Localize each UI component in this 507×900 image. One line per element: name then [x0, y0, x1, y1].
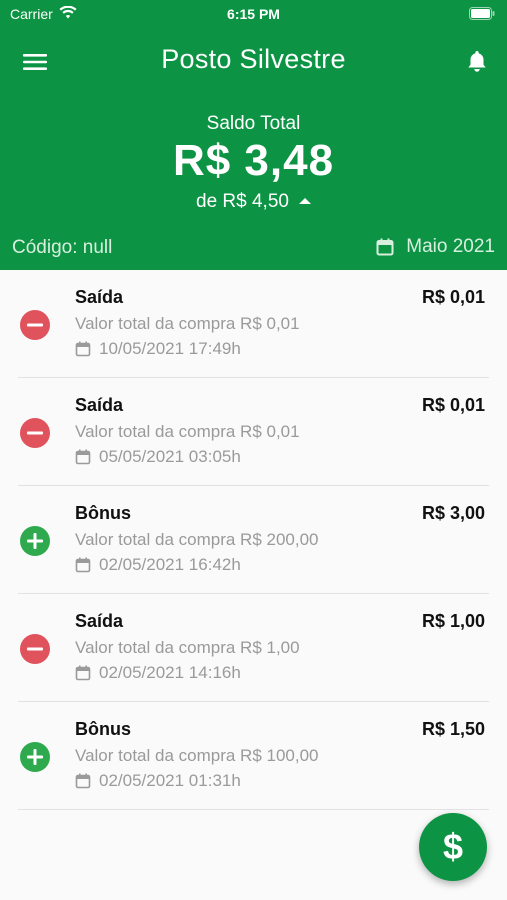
transaction-subtitle: Valor total da compra R$ 200,00	[75, 530, 319, 549]
dollar-icon: $	[442, 826, 464, 867]
header: Carrier 6:15 PM Posto Silvestre Saldo To…	[0, 0, 507, 270]
caret-up-icon	[298, 198, 311, 204]
transaction-amount: R$ 1,00	[421, 611, 485, 631]
app-bar: Posto Silvestre	[0, 40, 507, 84]
minus-circle-icon	[20, 418, 50, 448]
code-label: Código: null	[12, 237, 113, 258]
calendar-icon	[75, 341, 91, 357]
calendar-icon	[75, 665, 91, 681]
transaction-date: 05/05/2021 03:05h	[75, 447, 241, 467]
transaction-date-text: 05/05/2021 03:05h	[99, 447, 241, 466]
balance-toggle[interactable]: de R$ 4,50	[0, 191, 507, 213]
transaction-amount: R$ 0,01	[421, 395, 485, 415]
transaction-amount: R$ 3,00	[421, 503, 485, 523]
plus-circle-icon	[20, 742, 50, 772]
transaction-item[interactable]: Saída R$ 0,01 Valor total da compra R$ 0…	[0, 378, 507, 486]
transaction-date-text: 10/05/2021 17:49h	[99, 339, 241, 358]
transaction-amount: R$ 0,01	[421, 287, 485, 307]
transaction-subtitle: Valor total da compra R$ 1,00	[75, 638, 300, 657]
transaction-title: Saída	[75, 611, 124, 631]
transaction-title: Bônus	[75, 503, 131, 523]
minus-circle-icon	[20, 310, 50, 340]
transaction-date-text: 02/05/2021 16:42h	[99, 555, 241, 574]
transaction-date: 02/05/2021 01:31h	[75, 771, 241, 791]
minus-circle-icon	[20, 634, 50, 664]
transaction-date-text: 02/05/2021 14:16h	[99, 663, 241, 682]
transaction-title: Saída	[75, 287, 124, 307]
month-filter[interactable]: Maio 2021	[376, 236, 495, 258]
transaction-date: 02/05/2021 16:42h	[75, 555, 241, 575]
transaction-title: Bônus	[75, 719, 131, 739]
calendar-icon	[75, 557, 91, 573]
divider	[18, 809, 489, 810]
status-time: 6:15 PM	[227, 6, 280, 22]
transaction-item[interactable]: Bônus R$ 1,50 Valor total da compra R$ 1…	[0, 702, 507, 810]
transaction-date: 02/05/2021 14:16h	[75, 663, 241, 683]
transaction-item[interactable]: Saída R$ 1,00 Valor total da compra R$ 1…	[0, 594, 507, 702]
transaction-item[interactable]: Saída R$ 0,01 Valor total da compra R$ 0…	[0, 270, 507, 378]
transaction-list: Saída R$ 0,01 Valor total da compra R$ 0…	[0, 270, 507, 810]
plus-circle-icon	[20, 526, 50, 556]
notifications-button[interactable]	[463, 46, 491, 76]
balance-label: Saldo Total	[206, 113, 301, 134]
transaction-subtitle: Valor total da compra R$ 0,01	[75, 422, 300, 441]
payment-fab-button[interactable]: $	[419, 813, 487, 881]
transaction-date-text: 02/05/2021 01:31h	[99, 771, 241, 790]
status-bar: Carrier 6:15 PM	[0, 0, 507, 30]
transaction-subtitle: Valor total da compra R$ 0,01	[75, 314, 300, 333]
transaction-subtitle: Valor total da compra R$ 100,00	[75, 746, 319, 765]
battery-icon	[469, 7, 495, 23]
calendar-icon	[75, 773, 91, 789]
balance-value: R$ 3,48	[172, 136, 335, 185]
app-title: Posto Silvestre	[161, 44, 346, 74]
calendar-icon	[376, 238, 394, 256]
calendar-icon	[75, 449, 91, 465]
transaction-amount: R$ 1,50	[421, 719, 485, 739]
transaction-title: Saída	[75, 395, 124, 415]
month-label: Maio 2021	[406, 236, 495, 257]
bell-icon	[468, 51, 486, 72]
transaction-date: 10/05/2021 17:49h	[75, 339, 241, 359]
transaction-item[interactable]: Bônus R$ 3,00 Valor total da compra R$ 2…	[0, 486, 507, 594]
balance-sub-label: de R$ 4,50	[196, 191, 289, 212]
